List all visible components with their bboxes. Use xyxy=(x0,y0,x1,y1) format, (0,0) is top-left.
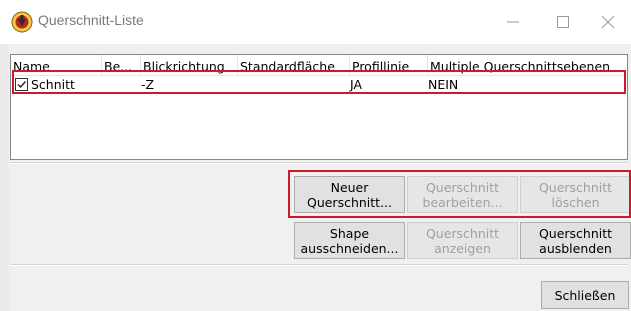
show-cross-section-button[interactable]: Querschnitt anzeigen xyxy=(407,222,518,259)
cell-name: Schnitt xyxy=(31,77,75,92)
column-header-name[interactable]: Name xyxy=(11,55,102,75)
column-header-blickrichtung[interactable]: Blickrichtung xyxy=(141,55,238,75)
edit-cross-section-button[interactable]: Querschnitt bearbeiten... xyxy=(407,176,518,213)
delete-cross-section-button[interactable]: Querschnitt löschen xyxy=(520,176,631,213)
table-row[interactable]: Schnitt -Z JA NEIN xyxy=(13,76,623,94)
close-button[interactable] xyxy=(585,0,631,44)
column-header-standardflaeche[interactable]: Standardfläche xyxy=(238,55,350,75)
list-header: Name Be... Blickrichtung Standardfläche … xyxy=(11,55,627,76)
cross-section-list[interactable]: Name Be... Blickrichtung Standardfläche … xyxy=(10,54,628,160)
close-icon xyxy=(602,16,614,28)
column-header-profillinie[interactable]: Profillinie xyxy=(350,55,428,75)
separator xyxy=(10,264,628,266)
minimize-icon xyxy=(507,21,519,23)
cell-blickrichtung: -Z xyxy=(141,77,155,92)
shape-cut-button[interactable]: Shape ausschneiden... xyxy=(294,222,405,259)
hide-cross-section-button[interactable]: Querschnitt ausblenden xyxy=(520,222,631,259)
cell-profillinie: JA xyxy=(350,77,363,92)
app-logo-icon xyxy=(11,11,33,33)
minimize-button[interactable] xyxy=(490,0,536,44)
maximize-button[interactable] xyxy=(540,0,586,44)
column-header-be[interactable]: Be... xyxy=(102,55,141,75)
window-title: Querschnitt-Liste xyxy=(38,12,144,28)
maximize-icon xyxy=(557,16,569,28)
close-dialog-button[interactable]: Schließen xyxy=(541,281,629,309)
title-bar: Querschnitt-Liste xyxy=(0,0,631,44)
checkbox-checked-icon[interactable] xyxy=(15,78,28,91)
column-header-multiple[interactable]: Multiple Querschnittsebenen xyxy=(428,55,627,75)
cell-multiple: NEIN xyxy=(428,77,459,92)
separator xyxy=(10,162,628,164)
new-cross-section-button[interactable]: Neuer Querschnitt... xyxy=(294,176,405,213)
window-left-edge xyxy=(0,44,9,311)
dialog-body: Name Be... Blickrichtung Standardfläche … xyxy=(0,44,631,311)
